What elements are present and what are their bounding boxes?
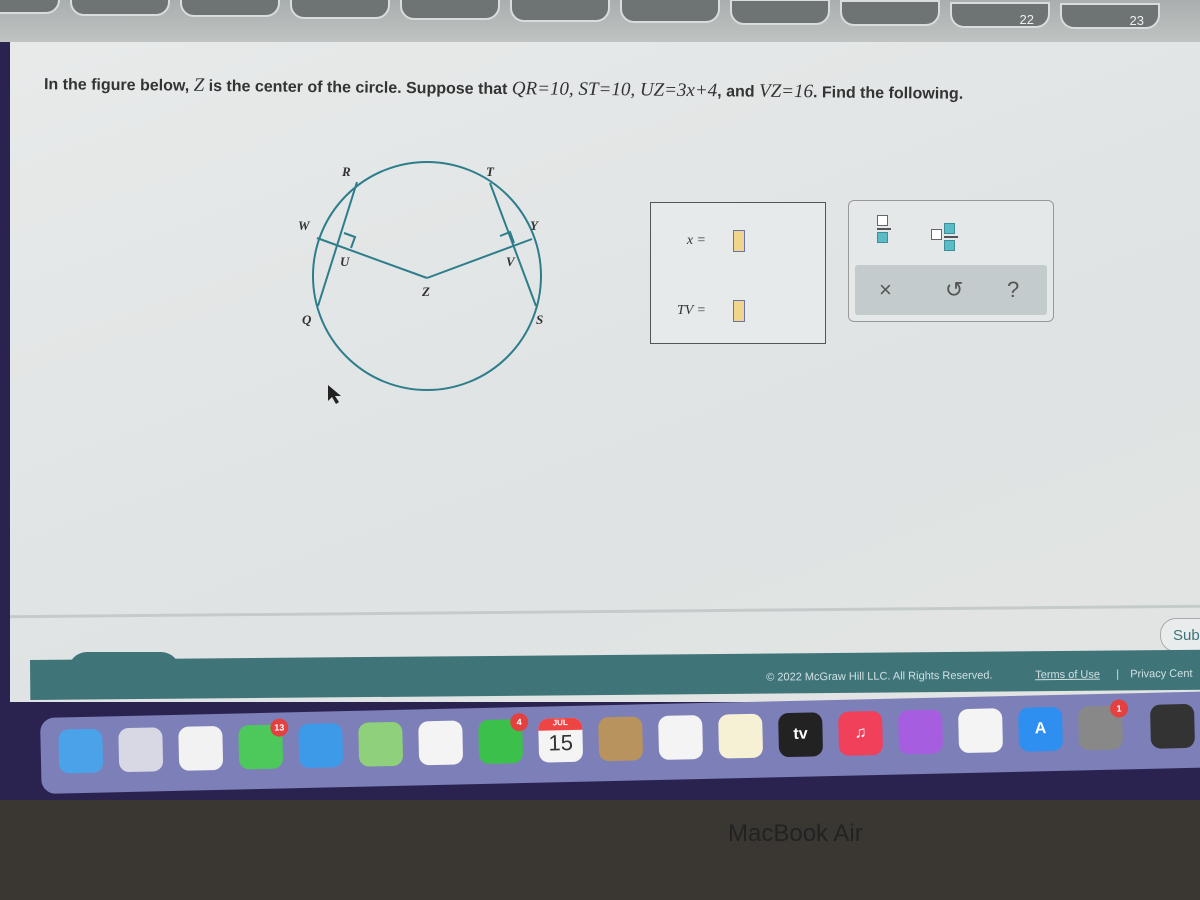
terms-link[interactable]: Terms of Use <box>1035 669 1100 682</box>
right-angle-u <box>343 232 357 249</box>
answer-label-tv: TV = <box>676 303 706 318</box>
label-s: S <box>536 312 543 327</box>
mouse-cursor-icon <box>328 385 341 404</box>
keypad-actions: × ↺ ? <box>855 265 1047 315</box>
question-tab[interactable] <box>620 0 720 23</box>
device-label: MacBook Air <box>728 820 863 847</box>
photos-icon[interactable] <box>418 720 464 766</box>
notification-badge: 1 <box>1109 699 1129 718</box>
privacy-link[interactable]: Privacy Cent <box>1130 668 1192 681</box>
footer-separator: | <box>1116 668 1120 681</box>
label-q: Q <box>302 312 312 327</box>
tv-input[interactable] <box>733 300 745 322</box>
question-tab[interactable] <box>290 0 390 19</box>
calendar-month: JUL <box>538 717 583 731</box>
circle <box>312 161 542 391</box>
music-icon[interactable]: ♫ <box>838 710 884 756</box>
mail-icon[interactable] <box>298 723 344 769</box>
mixed-number-icon[interactable] <box>931 223 958 256</box>
label-t: T <box>486 164 495 179</box>
dock: 134JUL15tv♫A1W <box>40 691 1200 794</box>
question-tab[interactable] <box>180 0 280 17</box>
clear-x-icon[interactable]: × <box>879 277 892 303</box>
screen: 22 23 In the figure below, Z is the cente… <box>0 0 1200 800</box>
label-w: W <box>298 218 311 233</box>
maps-icon[interactable] <box>358 721 404 767</box>
tv-icon[interactable]: tv <box>778 712 824 758</box>
calendar-icon[interactable]: JUL 15 <box>538 717 584 763</box>
undo-icon[interactable]: ↺ <box>945 277 963 303</box>
center-variable: Z <box>193 74 205 96</box>
notification-badge: 4 <box>510 712 529 732</box>
safari-icon[interactable] <box>178 725 224 771</box>
question-nav-bar: 22 23 <box>0 0 1200 42</box>
notification-badge: 13 <box>270 718 289 737</box>
label-u: U <box>340 254 350 269</box>
news-icon[interactable] <box>958 708 1004 754</box>
app-store-icon[interactable]: A <box>1018 706 1064 752</box>
notes-icon[interactable] <box>718 713 764 759</box>
podcasts-icon[interactable] <box>898 709 944 755</box>
divider <box>10 604 1200 619</box>
answer-label-x: x = <box>686 233 706 248</box>
given-values: QR=10, ST=10, UZ=3x+4 <box>511 78 718 102</box>
math-keypad: × ↺ ? <box>848 200 1054 322</box>
question-tab[interactable] <box>730 0 830 25</box>
label-y: Y <box>530 218 539 233</box>
question-tab[interactable] <box>70 0 170 16</box>
question-and: , and <box>717 83 760 101</box>
question-mid: is the center of the circle. Suppose tha… <box>204 77 512 99</box>
question-tab[interactable] <box>0 0 60 14</box>
label-v: V <box>506 254 516 269</box>
chord-qr <box>317 181 358 307</box>
given-vz: VZ=16 <box>758 80 814 103</box>
garageband-icon[interactable] <box>1149 703 1195 749</box>
submit-button[interactable]: Subm <box>1160 618 1200 652</box>
question-suffix: . Find the following. <box>812 84 964 103</box>
x-input[interactable] <box>733 230 745 252</box>
app-label: ♫ <box>854 724 867 742</box>
copyright-text: © 2022 McGraw Hill LLC. All Rights Reser… <box>766 669 993 684</box>
question-tab[interactable] <box>510 0 610 22</box>
circle-figure: R T W Y U V Z Q S <box>298 161 543 404</box>
reminders-icon[interactable] <box>658 714 704 760</box>
question-tab[interactable] <box>400 0 500 20</box>
label-r: R <box>341 164 351 179</box>
calendar-day: 15 <box>548 729 574 756</box>
app-label: tv <box>793 725 808 743</box>
finder-icon[interactable] <box>58 728 104 774</box>
fraction-icon[interactable] <box>877 215 891 243</box>
system-preferences-icon[interactable]: 1 <box>1078 699 1129 751</box>
question-tab[interactable]: 23 <box>1060 3 1160 29</box>
question-tab[interactable] <box>840 0 940 26</box>
segment-yz <box>426 238 533 279</box>
label-z: Z <box>421 284 430 299</box>
messages-icon[interactable]: 13 <box>238 718 289 770</box>
app-label: A <box>1034 720 1047 738</box>
question-prefix: In the figure below, <box>43 76 194 95</box>
question-text: In the figure below, Z is the center of … <box>44 73 963 105</box>
facetime-icon[interactable]: 4 <box>478 712 529 765</box>
answer-panel: x = TV = <box>650 202 826 344</box>
question-tab[interactable]: 22 <box>950 1 1050 28</box>
launchpad-icon[interactable] <box>118 727 164 773</box>
help-icon[interactable]: ? <box>1007 277 1019 303</box>
contacts-icon[interactable] <box>598 716 644 762</box>
question-page: In the figure below, Z is the center of … <box>10 42 1200 702</box>
